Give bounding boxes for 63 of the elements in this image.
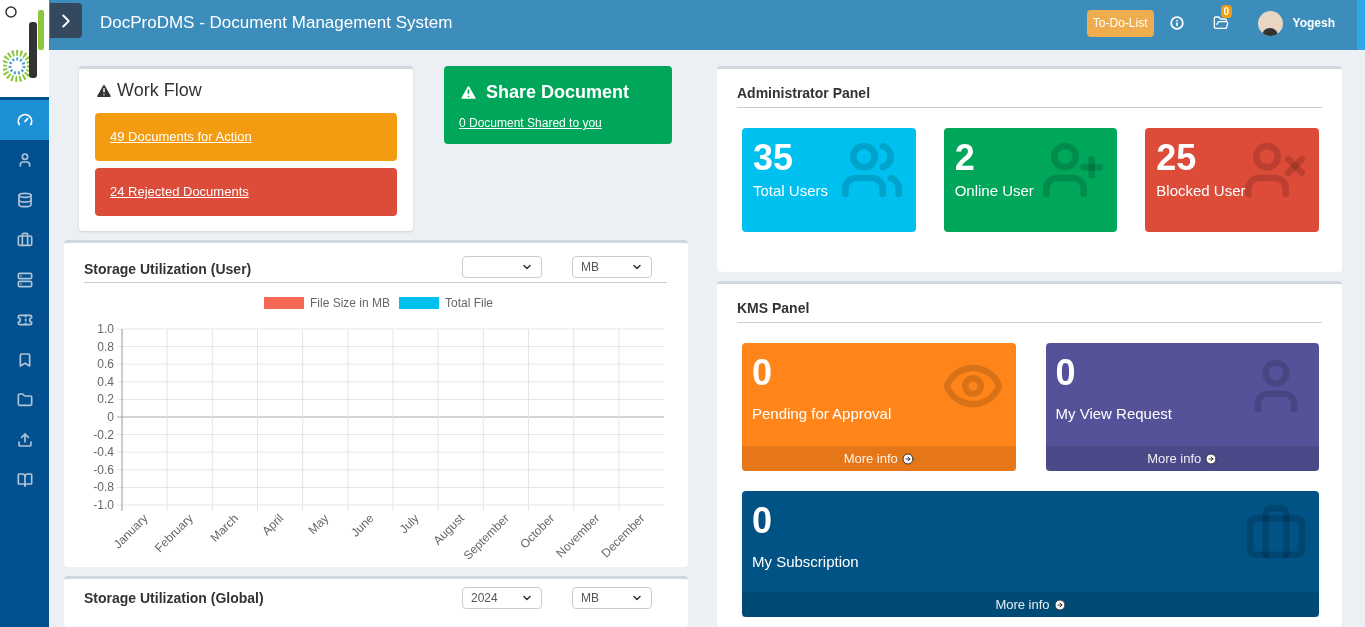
x-tick-label: July <box>396 511 422 537</box>
scrollbar[interactable] <box>1357 0 1365 50</box>
workflow-link[interactable]: 24 Rejected Documents <box>110 182 249 202</box>
y-tick-label: -1.0 <box>93 498 114 512</box>
y-tick-label: 0.2 <box>97 392 114 407</box>
workflow-title: Work Flow <box>117 79 202 102</box>
arrow-circle-icon <box>901 452 914 465</box>
kms-label: My View Request <box>1055 404 1172 424</box>
more-info-link[interactable]: More info <box>742 592 1319 617</box>
arrow-circle-icon <box>1053 598 1066 611</box>
panel-title: Administrator Panel <box>737 83 1322 108</box>
stat-label: Total Users <box>753 181 829 201</box>
y-tick-label: 1.0 <box>97 322 114 336</box>
legend-label: Total File <box>445 296 494 310</box>
year-select[interactable]: 2024 <box>462 587 542 609</box>
unit-select[interactable]: MB <box>572 255 652 278</box>
dashboard-icon <box>16 112 33 128</box>
book-icon <box>16 472 33 488</box>
y-tick-label: -0.6 <box>93 462 114 477</box>
server-icon <box>16 272 33 288</box>
kms-label: My Subscription <box>752 552 859 572</box>
panel-title: Storage Utilization (Global) <box>84 588 264 608</box>
kms-label: Pending for Approval <box>752 404 892 424</box>
app-title: DocProDMS - Document Management System <box>100 12 453 35</box>
kms-value: 0 <box>752 353 773 393</box>
briefcase-icon <box>16 232 33 248</box>
panel-title: KMS Panel <box>737 298 1322 323</box>
stat-value: 35 <box>753 138 794 178</box>
sidebar-toggle-button[interactable] <box>50 3 82 38</box>
unit-select[interactable]: MB <box>572 587 652 609</box>
arrow-circle-icon <box>1205 452 1218 465</box>
notification-badge: 0 <box>1220 5 1233 18</box>
folder-icon[interactable] <box>1212 15 1229 31</box>
stat-label: Blocked User <box>1156 181 1246 201</box>
stat-value: 25 <box>1156 138 1197 178</box>
stat-label: Online User <box>954 181 1034 201</box>
kms-value: 0 <box>752 501 773 541</box>
shared-documents-link[interactable]: 0 Document Shared to you <box>459 114 657 132</box>
x-tick-label: May <box>305 511 332 538</box>
legend-label: File Size in MB <box>310 296 391 310</box>
y-tick-label: 0 <box>107 410 114 424</box>
more-info-link[interactable]: More info <box>742 446 1016 471</box>
warning-icon <box>459 83 478 102</box>
stat-value: 2 <box>954 138 975 178</box>
y-tick-label: 0.4 <box>97 374 114 389</box>
avatar-icon[interactable] <box>1257 10 1283 36</box>
y-tick-label: -0.2 <box>93 427 114 442</box>
ticket-icon <box>16 312 33 328</box>
kms-value: 0 <box>1055 353 1076 393</box>
y-tick-label: 0.6 <box>97 357 114 372</box>
y-tick-label: -0.4 <box>93 445 114 460</box>
sidebar-item[interactable] <box>0 100 49 140</box>
info-icon[interactable] <box>1169 16 1184 30</box>
folder-icon <box>16 392 33 408</box>
share-title: Share Document <box>486 81 630 104</box>
database-icon <box>16 192 33 208</box>
upload-icon <box>16 432 33 448</box>
y-tick-label: 0.8 <box>97 339 114 354</box>
panel-title: Storage Utilization (User) <box>84 260 252 279</box>
user-name[interactable]: Yogesh <box>1292 14 1335 32</box>
y-tick-label: -0.8 <box>93 480 114 495</box>
more-info-link[interactable]: More info <box>1045 446 1319 471</box>
workflow-link[interactable]: 49 Documents for Action <box>110 127 252 147</box>
